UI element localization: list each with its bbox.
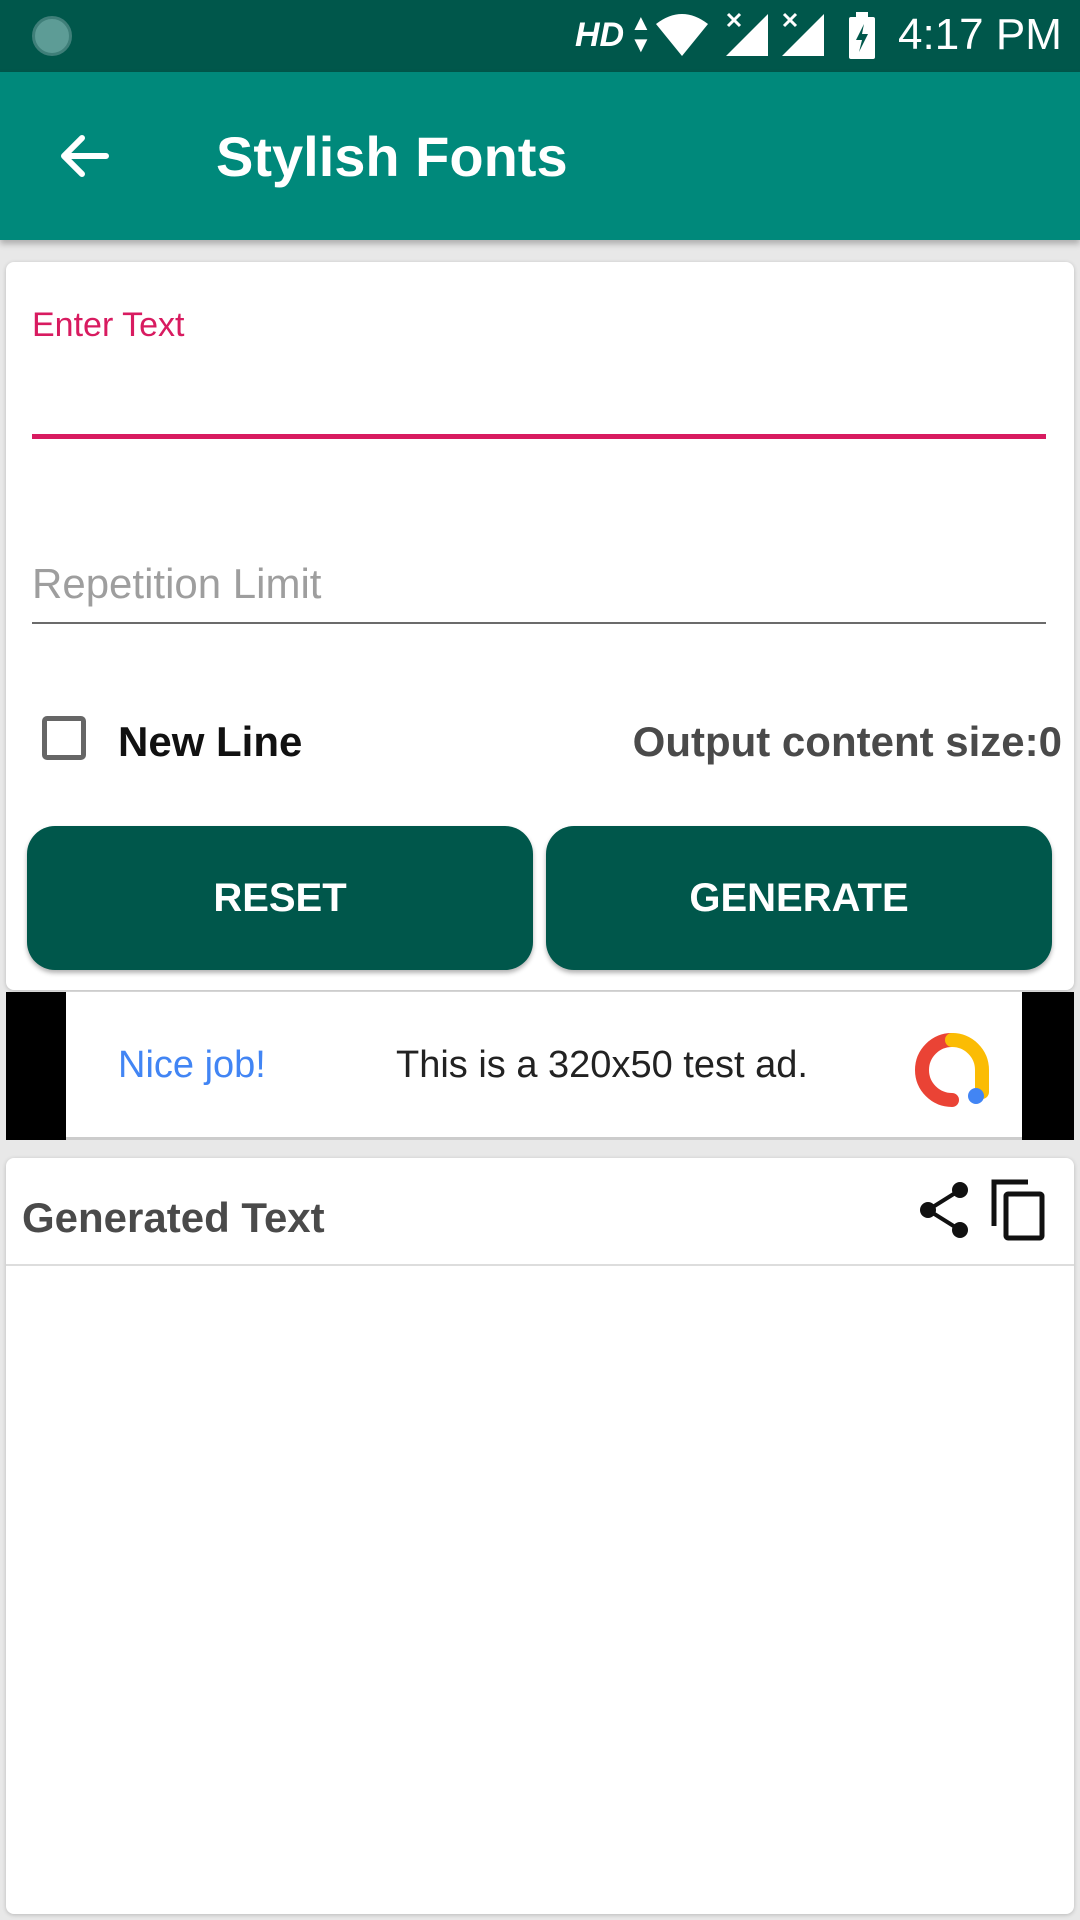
network-type-label: HD bbox=[575, 16, 625, 54]
generated-text-output[interactable] bbox=[22, 1282, 1058, 1892]
status-bar: HD ▲ ▼ 4:17 PM bbox=[0, 0, 1080, 72]
copy-icon[interactable] bbox=[990, 1178, 1046, 1242]
signal-icon bbox=[726, 12, 768, 56]
notification-icon bbox=[32, 16, 72, 56]
repetition-limit-input[interactable] bbox=[32, 554, 1046, 614]
ad-banner-container: Nice job! This is a 320x50 test ad. bbox=[6, 992, 1074, 1140]
share-icon[interactable] bbox=[916, 1180, 972, 1240]
enter-text-input[interactable] bbox=[32, 346, 1046, 402]
divider bbox=[6, 1264, 1074, 1266]
generate-button[interactable]: GENERATE bbox=[546, 826, 1052, 970]
ad-logo-icon bbox=[915, 1033, 989, 1107]
reset-button[interactable]: RESET bbox=[27, 826, 533, 970]
enter-text-label: Enter Text bbox=[32, 306, 185, 344]
battery-charging-icon bbox=[849, 12, 875, 59]
arrow-back-icon[interactable] bbox=[56, 128, 112, 184]
data-activity-icon: ▲ ▼ bbox=[630, 10, 652, 57]
ad-headline: Nice job! bbox=[118, 1044, 266, 1086]
generated-text-card: Generated Text bbox=[6, 1158, 1074, 1914]
wifi-icon bbox=[656, 14, 708, 56]
generated-text-title: Generated Text bbox=[22, 1194, 325, 1241]
clock: 4:17 PM bbox=[898, 10, 1062, 59]
signal-icon-2 bbox=[782, 12, 824, 56]
input-card: Enter Text New Line Output content size:… bbox=[6, 262, 1074, 990]
enter-text-underline bbox=[32, 434, 1046, 439]
ad-banner[interactable]: Nice job! This is a 320x50 test ad. bbox=[66, 992, 1022, 1140]
page-title: Stylish Fonts bbox=[216, 125, 568, 188]
output-size-text: Output content size:0 bbox=[632, 718, 1062, 765]
app-bar: Stylish Fonts bbox=[0, 72, 1080, 240]
repetition-limit-underline bbox=[32, 622, 1046, 624]
ad-text: This is a 320x50 test ad. bbox=[396, 1044, 808, 1086]
new-line-label[interactable]: New Line bbox=[118, 718, 302, 766]
new-line-checkbox[interactable] bbox=[42, 716, 86, 760]
